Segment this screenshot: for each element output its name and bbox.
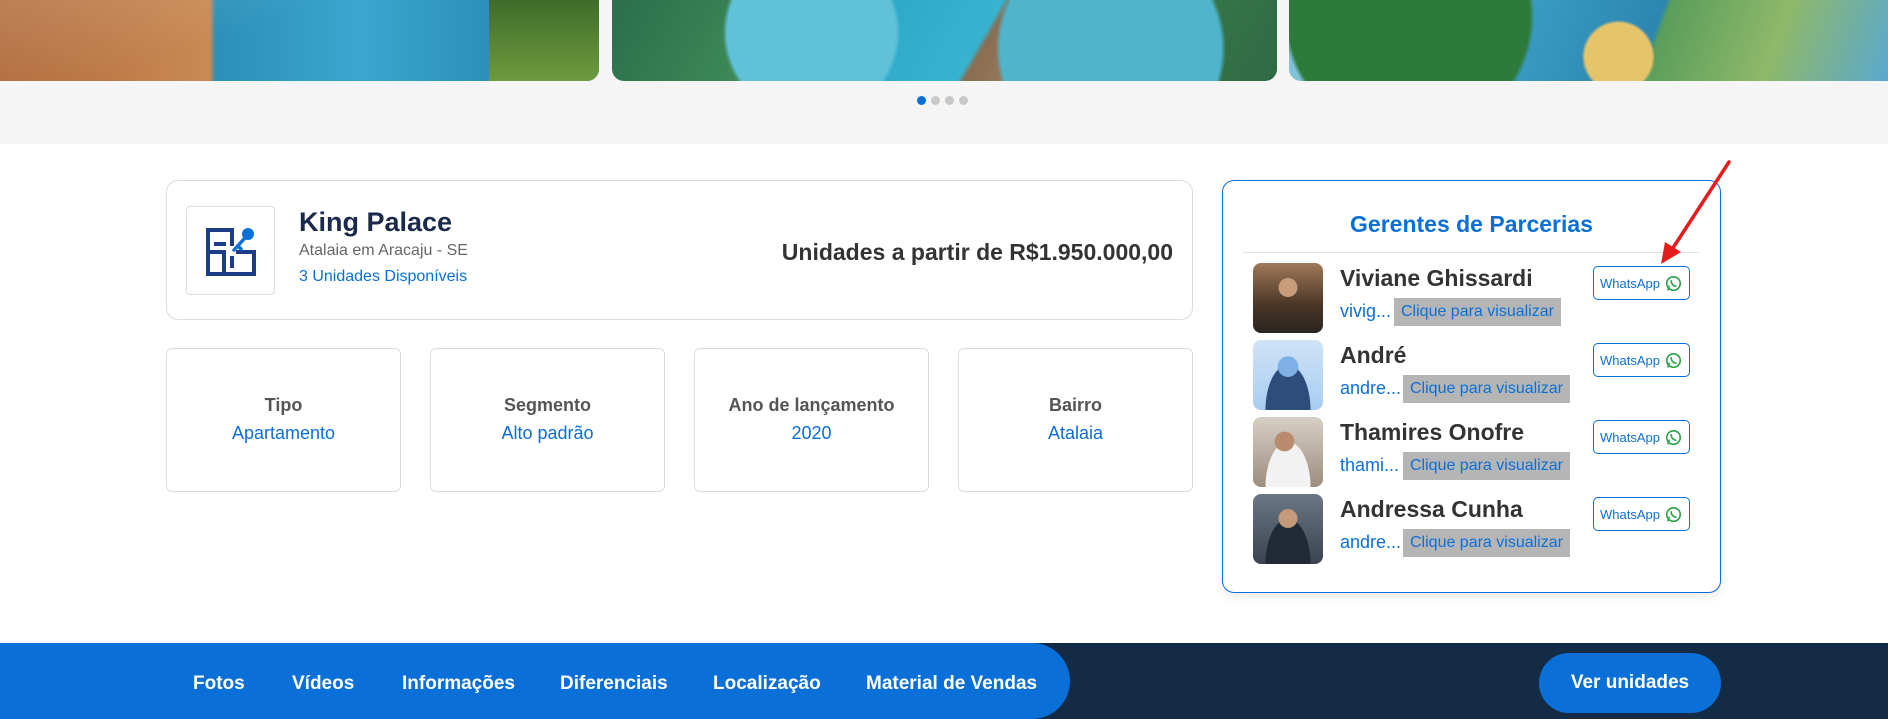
reveal-contact-button[interactable]: Clique para visualizar	[1403, 529, 1570, 557]
carousel-dot-1[interactable]	[917, 96, 926, 105]
section-tabs: Fotos Vídeos Informações Diferenciais Lo…	[0, 643, 1070, 719]
whatsapp-icon	[1665, 275, 1682, 291]
whatsapp-button[interactable]: WhatsApp	[1593, 497, 1690, 531]
info-label: Segmento	[503, 395, 591, 415]
nav-item-material-de-vendas[interactable]: Material de Vendas	[866, 643, 1037, 719]
divider	[1243, 252, 1700, 253]
gallery-image-pool-deck[interactable]	[0, 0, 599, 81]
reveal-contact-button[interactable]: Clique para visualizar	[1403, 375, 1570, 403]
info-box-segmento: Segmento Alto padrão	[430, 348, 665, 492]
property-name: King Palace	[299, 207, 453, 237]
whatsapp-button[interactable]: WhatsApp	[1593, 420, 1690, 454]
info-label: Ano de lançamento	[728, 395, 895, 415]
view-units-button[interactable]: Ver unidades	[1539, 653, 1721, 713]
manager-row: André andre... Clique para visualizar Wh…	[1253, 340, 1693, 410]
manager-name: Thamires Onofre	[1340, 419, 1525, 445]
property-location: Atalaia em Aracaju - SE	[299, 242, 468, 259]
info-value: 2020	[791, 423, 832, 443]
nav-item-videos[interactable]: Vídeos	[292, 643, 354, 719]
avatar	[1253, 494, 1323, 564]
info-value: Atalaia	[1047, 423, 1104, 443]
manager-email: andre...	[1340, 532, 1402, 552]
red-arrow-annotation-icon	[1661, 160, 1731, 264]
reveal-contact-button[interactable]: Clique para visualizar	[1394, 298, 1561, 326]
whatsapp-icon	[1665, 429, 1682, 445]
manager-email: thami...	[1340, 455, 1400, 475]
manager-email: andre...	[1340, 378, 1402, 398]
carousel-dot-3[interactable]	[945, 96, 954, 105]
manager-email: vivig...	[1340, 301, 1392, 321]
avatar	[1253, 417, 1323, 487]
price-from: Unidades a partir de R$1.950.000,00	[781, 239, 1173, 265]
manager-row: Viviane Ghissardi vivig... Clique para v…	[1253, 263, 1693, 333]
page: King Palace Atalaia em Aracaju - SE 3 Un…	[0, 0, 1888, 719]
photo-gallery	[0, 0, 1888, 144]
whatsapp-icon	[1665, 506, 1682, 522]
whatsapp-label: WhatsApp	[1600, 275, 1660, 291]
info-box-tipo: Tipo Apartamento	[166, 348, 401, 492]
avatar	[1253, 263, 1323, 333]
manager-name: Viviane Ghissardi	[1340, 265, 1533, 291]
manager-row: Thamires Onofre thami... Clique para vis…	[1253, 417, 1693, 487]
managers-title: Gerentes de Parcerias	[1350, 211, 1593, 237]
info-label: Tipo	[264, 395, 303, 415]
info-value: Alto padrão	[501, 423, 594, 443]
info-value: Apartamento	[231, 423, 336, 443]
manager-row: Andressa Cunha andre... Clique para visu…	[1253, 494, 1693, 564]
info-box-ano-lancamento: Ano de lançamento 2020	[694, 348, 929, 492]
info-box-bairro: Bairro Atalaia	[958, 348, 1193, 492]
units-available-link[interactable]: 3 Unidades Disponíveis	[299, 268, 467, 286]
info-label: Bairro	[1048, 395, 1102, 415]
whatsapp-icon	[1665, 352, 1682, 368]
whatsapp-button[interactable]: WhatsApp	[1593, 343, 1690, 377]
gallery-image-aerial-pool[interactable]	[612, 0, 1277, 81]
section-nav-bar: Fotos Vídeos Informações Diferenciais Lo…	[0, 643, 1888, 719]
carousel-dot-4[interactable]	[959, 96, 968, 105]
partnership-managers-card: Gerentes de Parcerias Viviane Ghissardi …	[1222, 180, 1721, 593]
nav-item-diferenciais[interactable]: Diferenciais	[560, 643, 668, 719]
manager-name: André	[1340, 342, 1407, 368]
manager-name: Andressa Cunha	[1340, 496, 1523, 522]
avatar	[1253, 340, 1323, 410]
reveal-contact-button[interactable]: Clique para visualizar	[1403, 452, 1570, 480]
carousel-dot-2[interactable]	[931, 96, 940, 105]
whatsapp-button[interactable]: WhatsApp	[1593, 266, 1690, 300]
nav-item-fotos[interactable]: Fotos	[193, 643, 245, 719]
nav-item-informacoes[interactable]: Informações	[402, 643, 515, 719]
carousel-dots	[917, 96, 968, 105]
whatsapp-label: WhatsApp	[1600, 352, 1660, 368]
property-card: King Palace Atalaia em Aracaju - SE 3 Un…	[166, 180, 1193, 320]
whatsapp-label: WhatsApp	[1600, 429, 1660, 445]
gallery-image-playground[interactable]	[1289, 0, 1888, 81]
whatsapp-label: WhatsApp	[1600, 506, 1660, 522]
nav-item-localizacao[interactable]: Localização	[713, 643, 821, 719]
floorplan-logo-icon	[186, 206, 275, 295]
